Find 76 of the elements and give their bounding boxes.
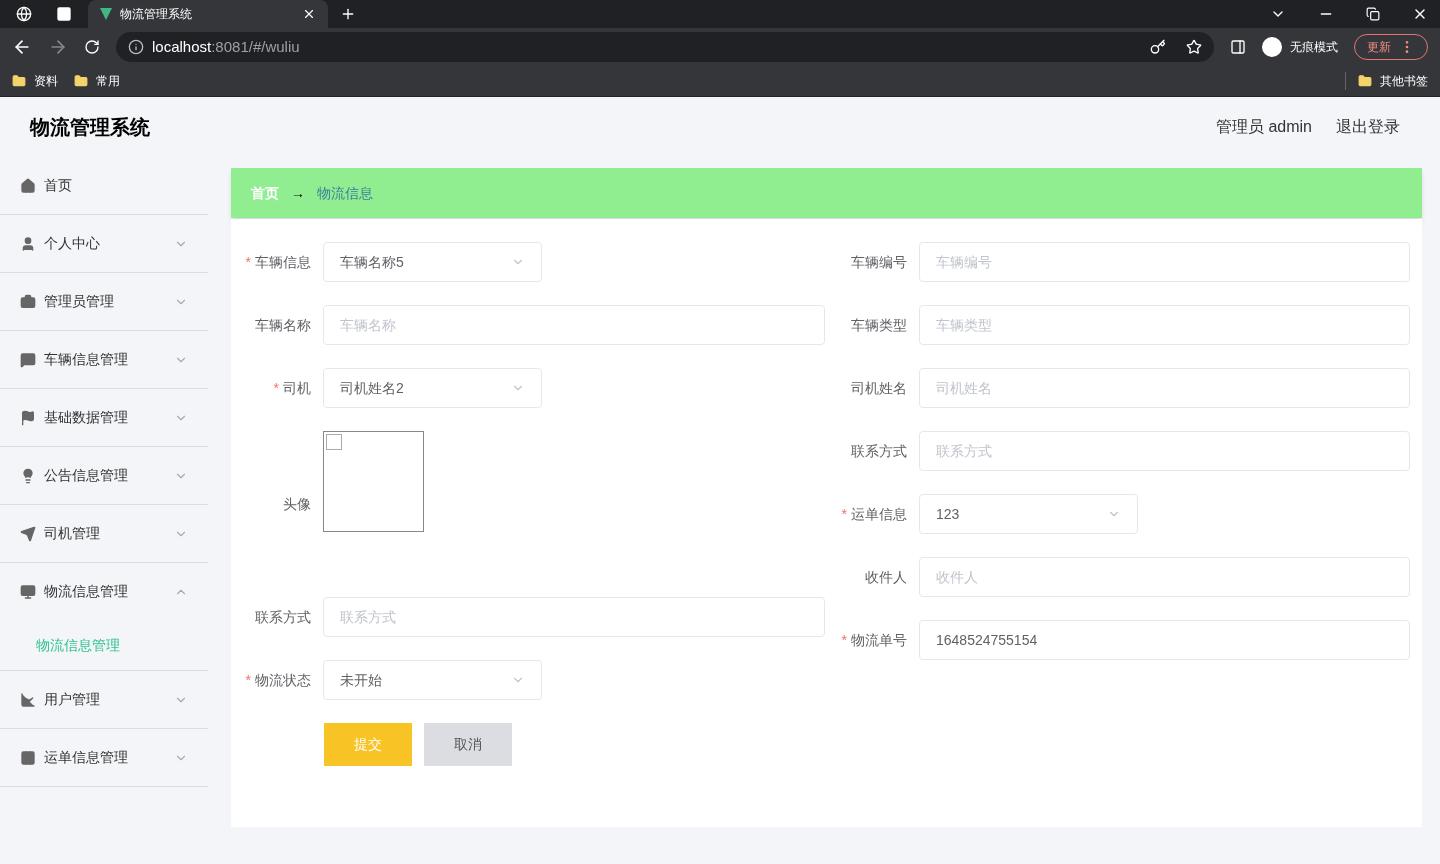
breadcrumb-current: 物流信息 [317, 183, 373, 203]
globe-icon[interactable] [16, 6, 32, 22]
user-icon [20, 235, 36, 252]
browser-tab[interactable]: 物流管理系统 [88, 0, 328, 28]
required-mark: * [841, 504, 847, 524]
briefcase-icon [20, 293, 36, 310]
restore-icon[interactable] [1366, 7, 1380, 21]
sidebar-item[interactable]: 个人中心 [0, 215, 208, 272]
select-field[interactable]: 123 [919, 494, 1138, 534]
field-label: 司机 [283, 378, 311, 398]
field-label: 车辆编号 [851, 252, 907, 272]
sidebar-item[interactable]: 司机管理 [0, 505, 208, 562]
required-mark: * [841, 630, 847, 650]
input-field[interactable]: 联系方式 [919, 431, 1410, 471]
sidebar-item[interactable]: 运单信息管理 [0, 729, 208, 786]
field-label: 联系方式 [851, 441, 907, 461]
field-label: 物流状态 [255, 670, 311, 690]
new-tab-icon[interactable] [340, 6, 356, 22]
side-panel-icon[interactable] [1230, 39, 1246, 55]
sidebar-item[interactable]: 基础数据管理 [0, 389, 208, 446]
chat-icon [20, 351, 36, 368]
input-field[interactable]: 1648524755154 [919, 620, 1410, 660]
user-name: 管理员 admin [1215, 117, 1312, 137]
sidebar-item[interactable]: 公告信息管理 [0, 447, 208, 504]
image-placeholder[interactable] [323, 431, 424, 532]
send-icon [20, 525, 36, 542]
sidebar-item[interactable]: 用户管理 [0, 671, 208, 728]
input-field[interactable]: 联系方式 [323, 597, 825, 637]
window-icon[interactable] [56, 6, 72, 22]
folder-icon [1358, 74, 1372, 88]
bookmark[interactable]: 常用 [74, 72, 120, 90]
sidebar-item[interactable]: 管理员管理 [0, 273, 208, 330]
input-field[interactable]: 车辆名称 [323, 305, 825, 345]
field-label: 运单信息 [851, 504, 907, 524]
field-label: 物流单号 [851, 630, 907, 650]
input-field[interactable]: 车辆编号 [919, 242, 1410, 282]
bookmark[interactable]: 资料 [12, 72, 58, 90]
breadcrumb-separator: → [291, 183, 305, 203]
close-icon[interactable] [302, 7, 316, 21]
field-label: 头像 [283, 495, 311, 514]
sidebar-item[interactable]: 物流信息管理 [0, 563, 208, 620]
required-mark: * [245, 252, 251, 272]
select-field[interactable]: 未开始 [323, 660, 542, 700]
cancel-button[interactable]: 取消 [424, 723, 512, 766]
field-label: 联系方式 [255, 607, 311, 627]
sidebar-item[interactable]: 车辆信息管理 [0, 331, 208, 388]
input-field[interactable]: 司机姓名 [919, 368, 1410, 408]
select-field[interactable]: 车辆名称5 [323, 242, 542, 282]
monitor-icon [20, 583, 36, 600]
folder-icon [12, 74, 26, 88]
field-label: 车辆信息 [255, 252, 311, 272]
required-mark: * [273, 378, 279, 398]
home-icon [20, 177, 36, 194]
field-label: 车辆类型 [851, 315, 907, 335]
app-title: 物流管理系统 [30, 115, 150, 140]
logout-link[interactable]: 退出登录 [1336, 115, 1400, 139]
broken-image-icon [326, 434, 342, 450]
input-field[interactable]: 车辆类型 [919, 305, 1410, 345]
incognito-badge[interactable]: 无痕模式 [1262, 37, 1338, 57]
reload-icon[interactable] [84, 39, 100, 55]
field-label: 司机姓名 [851, 378, 907, 398]
input-field[interactable]: 收件人 [919, 557, 1410, 597]
bookmark[interactable]: 其他书签 [1345, 72, 1428, 90]
field-label: 车辆名称 [255, 315, 311, 335]
flag-icon [20, 409, 36, 426]
folder-icon [74, 74, 88, 88]
key-icon[interactable] [1150, 39, 1166, 55]
address-bar[interactable]: localhost:8081/#/wuliu [116, 32, 1214, 62]
info-icon [128, 39, 144, 55]
select-field[interactable]: 司机姓名2 [323, 368, 542, 408]
required-mark: * [245, 670, 251, 690]
sidebar-item[interactable]: 首页 [0, 157, 208, 214]
field-label: 收件人 [865, 567, 907, 587]
lightbulb-icon [20, 467, 36, 484]
star-icon[interactable] [1186, 39, 1202, 55]
vue-logo-icon [100, 8, 112, 20]
